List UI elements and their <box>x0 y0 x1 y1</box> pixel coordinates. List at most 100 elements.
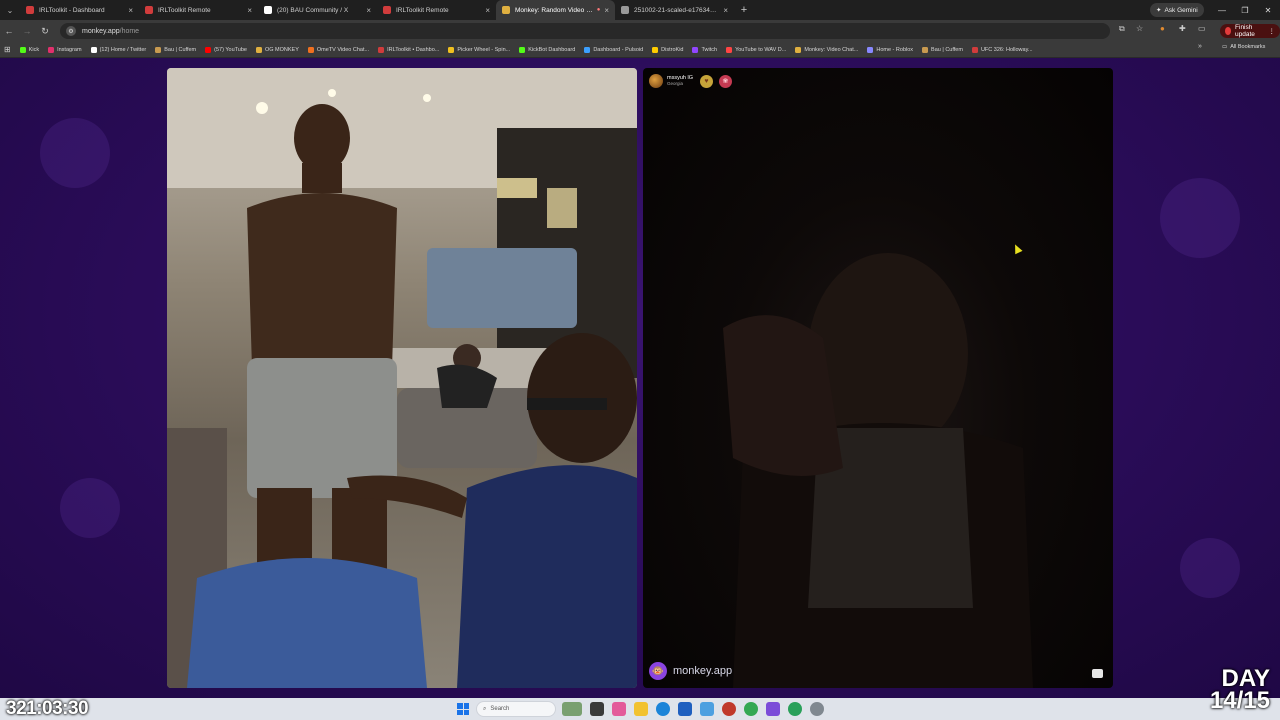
reload-button[interactable]: ↻ <box>36 20 54 42</box>
bookmark-item[interactable]: OG MONKEY <box>253 43 302 57</box>
tab-close-icon[interactable]: × <box>366 6 371 15</box>
subtitles-icon[interactable] <box>1092 669 1103 678</box>
heart-badge-icon[interactable]: ♥ <box>699 74 713 88</box>
tab-close-icon[interactable]: × <box>604 6 609 15</box>
bookmark-item[interactable]: Monkey: Video Chat... <box>792 43 861 57</box>
bookmark-item[interactable]: DistroKid <box>649 43 686 57</box>
bookmark-item[interactable]: (12) Home / Twitter <box>88 43 150 57</box>
taskbar-search-input[interactable]: ⌕ Search <box>476 701 556 717</box>
site-info-icon[interactable]: ⚙ <box>66 26 76 36</box>
close-window-button[interactable]: ✕ <box>1257 0 1279 20</box>
browser-tab[interactable]: IRLToolkit Remote × <box>377 0 496 20</box>
tab-favicon-icon <box>264 6 272 14</box>
browser-tab[interactable]: 251002-21-scaled-e17634987 × <box>615 0 734 20</box>
bookmark-favicon-icon <box>19 46 26 53</box>
tab-close-icon[interactable]: × <box>128 6 133 15</box>
chrome-icon[interactable] <box>744 702 758 716</box>
ask-gemini-label: Ask Gemini <box>1164 6 1198 14</box>
settings-gear-icon[interactable] <box>810 702 824 716</box>
taskbar-search-placeholder: Search <box>490 706 510 712</box>
bookmark-label: Picker Wheel - Spin... <box>457 46 511 53</box>
app-grid-icon[interactable] <box>766 702 780 716</box>
tab-search-button[interactable]: ⌄ <box>0 0 20 20</box>
windows-taskbar: ⌕ Search <box>0 698 1280 720</box>
bookmark-item[interactable]: OmeTV Video Chat... <box>305 43 372 57</box>
bookmark-label: (12) Home / Twitter <box>99 46 147 53</box>
chrome-profile-icon[interactable] <box>788 702 802 716</box>
browser-tab[interactable]: IRLToolkit Remote × <box>139 0 258 20</box>
all-bookmarks-button[interactable]: ▭ All Bookmarks <box>1222 44 1265 50</box>
minimize-icon: — <box>1218 5 1226 15</box>
bookmark-item[interactable]: KickBot Dashboard <box>516 43 578 57</box>
recorder-icon[interactable] <box>722 702 736 716</box>
bookmark-item[interactable]: (57) YouTube <box>202 43 250 57</box>
browser-tab[interactable]: Monkey: Random Video Ch ● × <box>496 0 615 20</box>
flower-badge-icon[interactable]: ❀ <box>718 74 732 88</box>
bookmark-item[interactable]: IRLToolkit • Dashbo... <box>375 43 442 57</box>
file-explorer-icon[interactable] <box>634 702 648 716</box>
extension-icon[interactable]: ● <box>1160 24 1165 33</box>
bookmark-label: Kick <box>28 46 40 53</box>
bookmark-label: YouTube to WAV D... <box>735 46 787 53</box>
extensions-puzzle-icon[interactable]: ✚ <box>1179 24 1186 33</box>
bookmark-favicon-icon <box>584 46 591 53</box>
tab-close-icon[interactable]: × <box>247 6 252 15</box>
task-view-icon[interactable] <box>590 702 604 716</box>
maximize-button[interactable]: ❐ <box>1234 0 1256 20</box>
bookmark-item[interactable]: Dashboard - Pulsoid <box>581 43 646 57</box>
bookmark-item[interactable]: Kick <box>17 43 42 57</box>
arrow-right-icon: → <box>22 26 32 36</box>
bookmark-label: OmeTV Video Chat... <box>316 46 370 53</box>
browser-tab[interactable]: (20) BAU Community / X × <box>258 0 377 20</box>
app-icon[interactable] <box>612 702 626 716</box>
bookmark-label: DistroKid <box>661 46 684 53</box>
bookmark-star-icon[interactable]: ☆ <box>1136 24 1143 33</box>
browser-tab[interactable]: IRLToolkit - Dashboard × <box>20 0 139 20</box>
url-path: /home <box>119 27 140 35</box>
url-host: monkey.app <box>82 27 120 35</box>
bookmark-favicon-icon <box>155 46 162 53</box>
bookmark-item[interactable]: Home - Roblox <box>864 43 916 57</box>
edge-icon[interactable] <box>656 702 670 716</box>
bookmark-item[interactable]: Instagram <box>45 43 84 57</box>
bookmark-item[interactable]: Bau | Cuffem <box>919 43 966 57</box>
store-icon[interactable] <box>700 702 714 716</box>
new-tab-button[interactable]: + <box>734 4 754 16</box>
bookmark-favicon-icon <box>726 46 733 53</box>
close-icon: ✕ <box>1264 5 1272 15</box>
more-menu-icon: ⋮ <box>1268 28 1276 35</box>
tab-favicon-icon <box>621 6 629 14</box>
more-bookmarks-icon[interactable]: » <box>1198 43 1202 50</box>
back-button[interactable]: ← <box>0 20 18 42</box>
tab-close-icon[interactable]: × <box>485 6 490 15</box>
bookmark-favicon-icon <box>795 46 802 53</box>
brand-name: monkey.app <box>673 665 733 677</box>
bookmark-item[interactable]: YouTube to WAV D... <box>723 43 789 57</box>
day-count: 14/15 <box>1209 687 1270 714</box>
tab-close-icon[interactable]: × <box>723 6 728 15</box>
windows-start-icon[interactable] <box>457 703 469 715</box>
widgets-icon[interactable] <box>562 702 582 716</box>
tab-recording-icon[interactable]: ● <box>597 7 601 13</box>
finish-update-button[interactable]: Finish update ⋮ <box>1220 24 1280 38</box>
bookmark-item[interactable]: UFC 326: Holloway... <box>969 43 1036 57</box>
tab-title: 251002-21-scaled-e17634987 <box>634 6 720 14</box>
bookmark-item[interactable]: Bau | Cuffem <box>152 43 199 57</box>
bookmark-item[interactable]: Twitch <box>689 43 720 57</box>
chevron-down-icon: ⌄ <box>6 5 14 15</box>
tab-favicon-icon <box>26 6 34 14</box>
split-view-icon[interactable]: ▭ <box>1198 24 1206 33</box>
bookmark-label: KickBot Dashboard <box>528 46 576 53</box>
url-input[interactable]: ⚙ monkey.app/home <box>60 23 1110 39</box>
apps-grid-icon[interactable]: ⊞ <box>4 45 11 54</box>
install-app-icon[interactable]: ⧉ <box>1119 24 1125 34</box>
peer-avatar[interactable] <box>649 74 663 88</box>
minimize-button[interactable]: — <box>1211 0 1233 20</box>
ask-gemini-button[interactable]: ✦ Ask Gemini <box>1150 3 1204 17</box>
bookmark-item[interactable]: Picker Wheel - Spin... <box>445 43 513 57</box>
day-counter: DAY 14/15 <box>1209 667 1270 714</box>
folder-icon: ▭ <box>1222 44 1228 50</box>
forward-button[interactable]: → <box>18 20 36 42</box>
outlook-icon[interactable] <box>678 702 692 716</box>
arrow-left-icon: ← <box>4 26 14 36</box>
